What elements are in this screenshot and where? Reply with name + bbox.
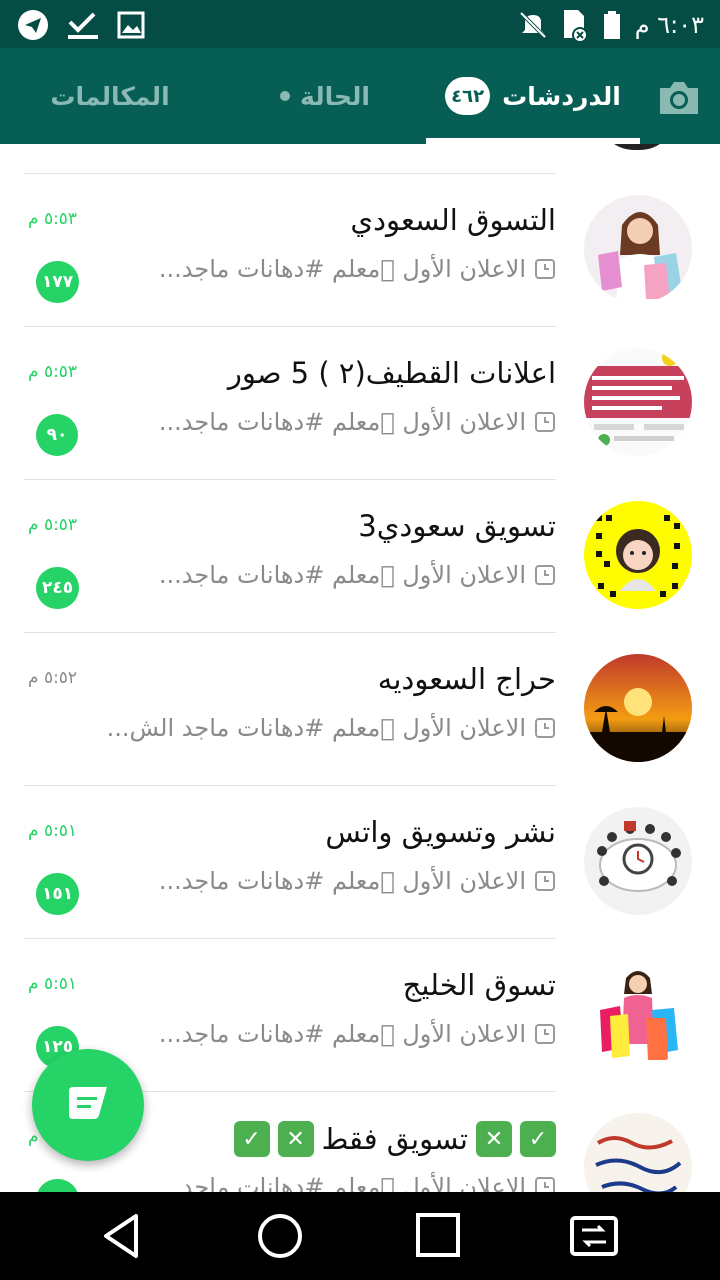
navigation-bar (0, 1192, 720, 1280)
tab-chats[interactable]: الدردشات ٤٦٢ (426, 48, 640, 144)
unread-badge: ٩٠ (36, 414, 78, 456)
rotate-icon[interactable] (566, 1210, 622, 1262)
chat-preview-text: الاعلان الأول 🏻معلم #دهانات ماجد... (158, 867, 526, 895)
unread-badge: ٢٤٥ (36, 567, 80, 609)
chat-time: ٥:٥١ م (28, 821, 78, 841)
clock-icon (535, 718, 555, 738)
tab-calls[interactable]: المكالمات (30, 48, 190, 144)
tab-calls-label: المكالمات (50, 81, 170, 111)
sunset-avatar[interactable] (584, 654, 692, 762)
chat-name: تسويق سعودي3 (358, 509, 556, 543)
previous-avatar-fragment (598, 144, 676, 150)
back-icon[interactable] (96, 1210, 152, 1262)
chat-name: اعلانات القطيف(٢ ) 5 صور (227, 356, 556, 390)
chat-name: نشر وتسويق واتس (325, 815, 556, 849)
chat-time: ٥:٥٣ م (28, 209, 78, 229)
chat-preview: الاعلان الأول 🏻معلم #دهانات ماجد الش... (107, 714, 556, 742)
chat-preview-text: الاعلان الأول 🏻معلم #دهانات ماجد... (158, 561, 526, 589)
meeting-avatar[interactable] (584, 807, 692, 915)
tab-status-label: الحالة (300, 81, 370, 111)
clock-icon (535, 259, 555, 279)
chat-name: حراج السعوديه (377, 662, 556, 696)
tab-status[interactable]: الحالة (250, 48, 400, 144)
chat-row[interactable]: اعلانات القطيف(٢ ) 5 صور ٥:٥٣ م الاعلان … (0, 326, 720, 479)
handwriting-avatar[interactable] (584, 1113, 692, 1192)
tab-bar: الدردشات ٤٦٢ الحالة المكالمات (0, 48, 720, 144)
chat-name: تسوق الخليج (402, 968, 556, 1002)
chat-row[interactable]: نشر وتسويق واتس ٥:٥١ م الاعلان الأول 🏻مع… (0, 785, 720, 938)
snapcode-avatar[interactable] (584, 501, 692, 609)
chat-preview-text: الاعلان الأول 🏻معلم #دهانات ماجد الش... (106, 714, 526, 742)
mute-icon (519, 11, 547, 39)
tab-chats-badge: ٤٦٢ (445, 77, 491, 115)
chat-time: ٥:٥٣ م (28, 515, 78, 535)
chat-preview: الاعلان الأول 🏻معلم #دهانات ماجد... (159, 867, 556, 895)
chat-preview: الاعلان الأول 🏻معلم #دهانات ماجد... (159, 408, 556, 436)
chat-preview-text: الاعلان الأول 🏻معلم #دهانات ماجد... (158, 408, 526, 436)
clock-icon (535, 1177, 555, 1192)
cross-box-icon: ✕ (476, 1121, 512, 1157)
chat-preview-text: الاعلان الأول 🏻معلم #دهانات ماجد... (158, 1173, 526, 1192)
clock-icon (535, 1024, 555, 1044)
unread-badge: ١٧٧ (36, 1179, 80, 1192)
new-chat-icon (69, 1087, 107, 1119)
shopping-bags-avatar[interactable] (584, 960, 692, 1068)
chat-time: ٥:٥١ م (28, 974, 78, 994)
status-dot (280, 91, 291, 101)
clock-icon (535, 565, 555, 585)
chat-row[interactable]: حراج السعوديه ٥:٥٢ م الاعلان الأول 🏻معلم… (0, 632, 720, 785)
chat-preview-text: الاعلان الأول 🏻معلم #دهانات ماجد... (158, 255, 526, 283)
unread-badge: ١٥١ (36, 873, 80, 915)
chat-preview: الاعلان الأول 🏻معلم #دهانات ماجد... (159, 255, 556, 283)
chat-row[interactable]: تسويق سعودي3 ٥:٥٣ م الاعلان الأول 🏻معلم … (0, 479, 720, 632)
chat-preview: الاعلان الأول 🏻معلم #دهانات ماجد... (159, 561, 556, 589)
tab-chats-label: الدردشات (502, 81, 621, 111)
chat-preview: الاعلان الأول 🏻معلم #دهانات ماجد... (159, 1020, 556, 1048)
battery-icon (603, 11, 620, 39)
status-bar: ٦:٠٣ م (0, 0, 720, 48)
flyer-avatar[interactable] (584, 348, 692, 456)
chat-name: ✓ ✕ تسويق فقط ✕ ✓ (233, 1121, 556, 1157)
clock: ٦:٠٣ م (634, 11, 704, 39)
chat-name-text: تسويق فقط (321, 1122, 468, 1156)
chat-name: التسوق السعودي (350, 203, 556, 237)
recents-icon[interactable] (410, 1210, 466, 1262)
check-box-icon: ✓ (233, 1121, 270, 1157)
clock-icon (535, 412, 555, 432)
telegram-icon (18, 10, 48, 40)
check-download-icon (68, 12, 98, 39)
chat-list[interactable]: التسوق السعودي ٥:٥٣ م الاعلان الأول 🏻معل… (0, 144, 720, 1192)
new-chat-button[interactable] (32, 1049, 144, 1161)
home-icon[interactable] (252, 1210, 308, 1262)
camera-icon[interactable] (656, 78, 702, 118)
chat-time: ٥:٥٣ م (28, 362, 78, 382)
chat-preview: الاعلان الأول 🏻معلم #دهانات ماجد... (159, 1173, 556, 1192)
gallery-icon (117, 11, 145, 39)
clock-icon (535, 871, 555, 891)
cross-box-icon: ✕ (277, 1121, 314, 1157)
chat-preview-text: الاعلان الأول 🏻معلم #دهانات ماجد... (158, 1020, 526, 1048)
chat-row[interactable]: التسوق السعودي ٥:٥٣ م الاعلان الأول 🏻معل… (0, 173, 720, 326)
unread-badge: ١٧٧ (36, 261, 80, 303)
sim-off-icon (563, 10, 588, 42)
check-box-icon: ✓ (520, 1121, 556, 1157)
girl-shopping-avatar[interactable] (584, 195, 692, 303)
chat-time: ٥:٥٢ م (28, 668, 78, 688)
